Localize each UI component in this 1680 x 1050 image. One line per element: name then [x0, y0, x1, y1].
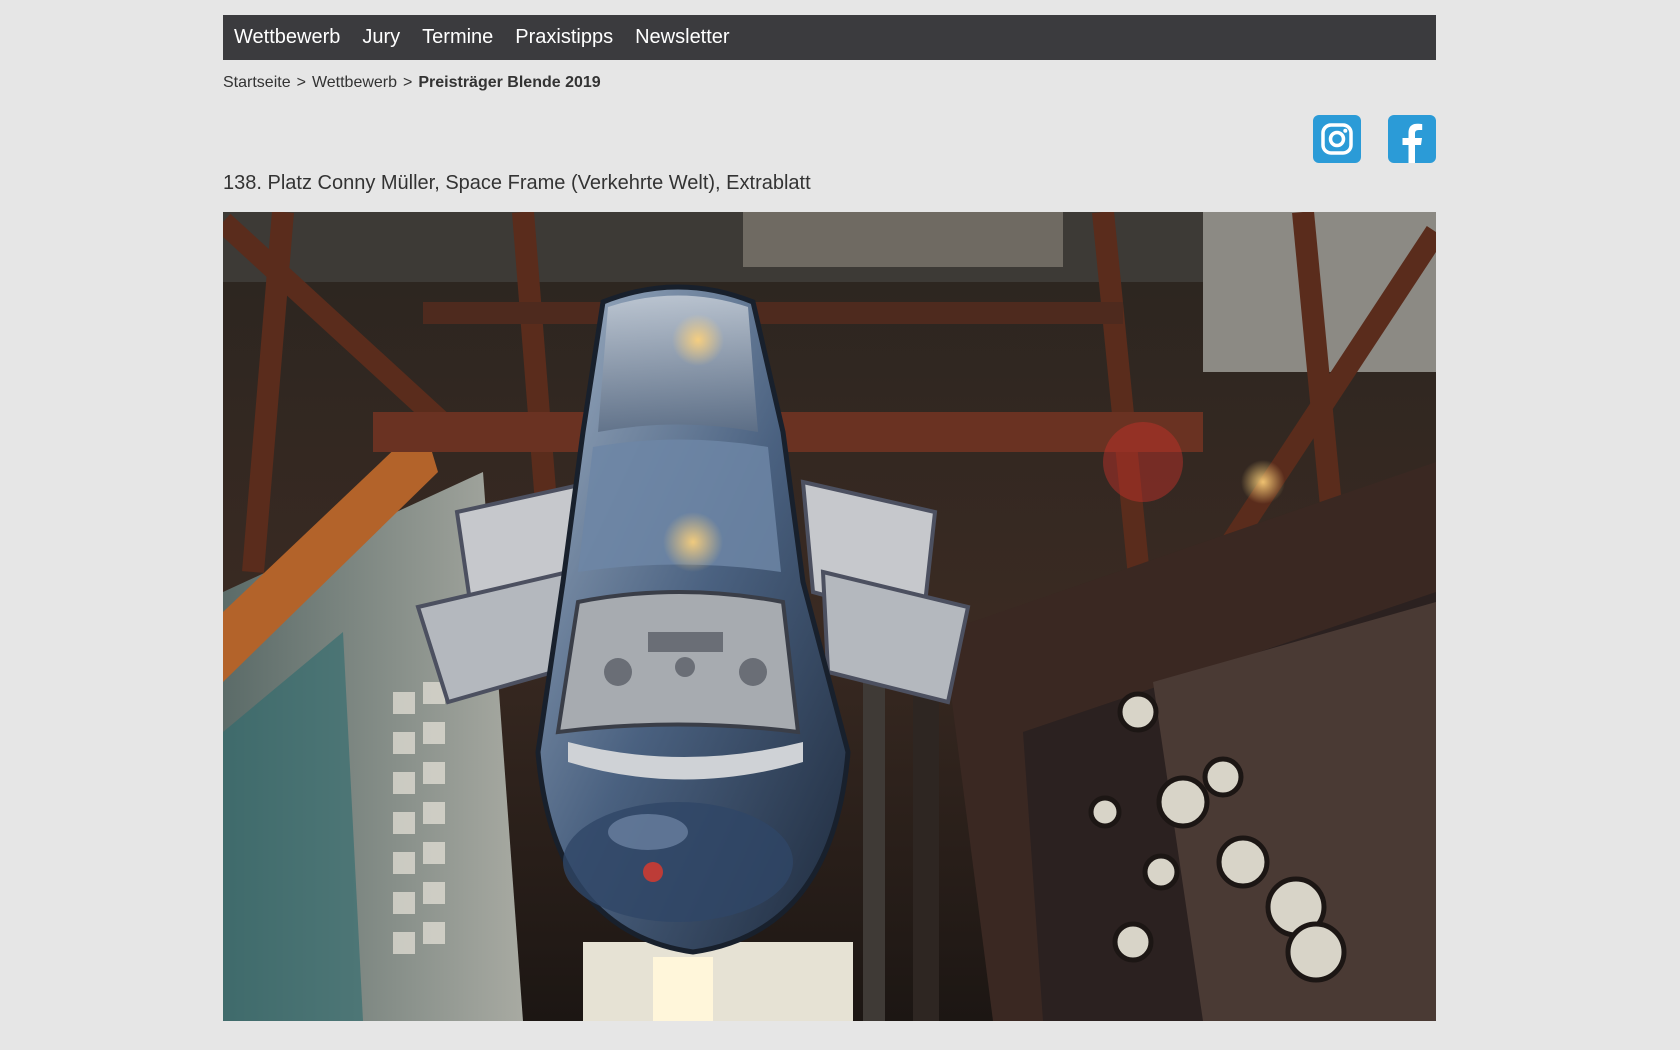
breadcrumb-separator: >: [296, 74, 306, 91]
breadcrumb-home-link[interactable]: Startseite: [223, 74, 291, 92]
nav-item-praxistipps[interactable]: Praxistipps: [515, 15, 613, 60]
facebook-icon: [1402, 123, 1423, 163]
instagram-button[interactable]: [1313, 115, 1361, 163]
winner-photo: [223, 212, 1436, 1021]
nav-item-jury[interactable]: Jury: [362, 15, 400, 60]
photo-illustration: [223, 212, 1436, 1021]
page: Wettbewerb Jury Termine Praxistipps News…: [0, 0, 1680, 1050]
nav-item-termine[interactable]: Termine: [422, 15, 493, 60]
nav-item-newsletter[interactable]: Newsletter: [635, 15, 729, 60]
breadcrumb-current: Preisträger Blende 2019: [418, 74, 601, 91]
facebook-button[interactable]: [1388, 115, 1436, 163]
breadcrumb-section-link[interactable]: Wettbewerb: [312, 74, 397, 92]
main-navigation: Wettbewerb Jury Termine Praxistipps News…: [223, 15, 1436, 60]
nav-item-wettbewerb[interactable]: Wettbewerb: [234, 15, 340, 60]
breadcrumb: Startseite > Wettbewerb > Preisträger Bl…: [223, 74, 601, 92]
breadcrumb-separator: >: [403, 74, 413, 91]
instagram-icon: [1321, 123, 1353, 155]
entry-caption: 138. Platz Conny Müller, Space Frame (Ve…: [223, 172, 811, 194]
